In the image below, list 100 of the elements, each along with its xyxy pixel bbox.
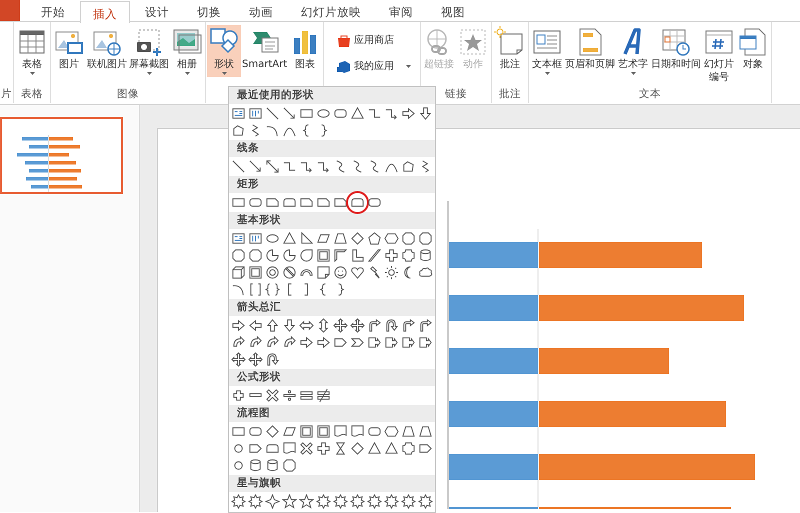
- up-arrow-icon[interactable]: [265, 318, 280, 333]
- four-point-star-icon[interactable]: [265, 494, 280, 509]
- arrow-callout-icon[interactable]: [418, 335, 433, 350]
- ribbon-tab[interactable]: 开始: [28, 0, 78, 21]
- no-symbol-icon[interactable]: [282, 265, 297, 280]
- four-way-arrow-icon[interactable]: [248, 352, 263, 367]
- arrow-line-icon[interactable]: [282, 106, 297, 121]
- starburst-icon[interactable]: [350, 494, 365, 509]
- multiply-icon[interactable]: [265, 388, 280, 403]
- pentagon-icon[interactable]: [367, 231, 382, 246]
- trapezoid-icon[interactable]: [401, 424, 416, 439]
- cross-icon[interactable]: [384, 248, 399, 263]
- four-way-arrow-icon[interactable]: [231, 352, 246, 367]
- left-arrow-icon[interactable]: [248, 318, 263, 333]
- frame-icon[interactable]: [299, 424, 314, 439]
- starburst-icon[interactable]: [333, 494, 348, 509]
- right-triangle-icon[interactable]: [299, 231, 314, 246]
- arrow-callout-icon[interactable]: [367, 335, 382, 350]
- arrow-callout-icon[interactable]: [401, 335, 416, 350]
- frame-icon[interactable]: [248, 265, 263, 280]
- ribbon-tab[interactable]: 插入: [80, 1, 130, 23]
- pie-icon[interactable]: [282, 248, 297, 263]
- l-shape-icon[interactable]: [350, 248, 365, 263]
- triangle-icon[interactable]: [282, 231, 297, 246]
- cross-icon[interactable]: [316, 441, 331, 456]
- four-way-arrow-icon[interactable]: [333, 318, 348, 333]
- starburst-icon[interactable]: [231, 494, 246, 509]
- ribbon-button[interactable]: 日期和时间: [650, 25, 702, 72]
- double-bracket-icon[interactable]: [248, 282, 263, 297]
- ribbon-button[interactable]: 幻灯片编号: [702, 25, 736, 85]
- ribbon-button[interactable]: 联机图片: [86, 25, 128, 72]
- star-icon[interactable]: [299, 494, 314, 509]
- hourglass-icon[interactable]: [333, 441, 348, 456]
- ribbon-tab[interactable]: 审阅: [376, 0, 426, 21]
- ribbon-button[interactable]: 文本框: [530, 25, 564, 77]
- pie-icon[interactable]: [265, 248, 280, 263]
- heart-icon[interactable]: [350, 265, 365, 280]
- triangle-icon[interactable]: [350, 106, 365, 121]
- teardrop-icon[interactable]: [299, 248, 314, 263]
- octagon-icon[interactable]: [248, 248, 263, 263]
- ribbon-button[interactable]: 我的应用: [331, 55, 416, 77]
- trapezoid-icon[interactable]: [418, 424, 433, 439]
- freeform-icon[interactable]: [401, 159, 416, 174]
- vertical-text-box-icon[interactable]: [248, 106, 263, 121]
- not-equal-icon[interactable]: [316, 388, 331, 403]
- hexagon-icon[interactable]: [384, 231, 399, 246]
- starburst-icon[interactable]: [384, 494, 399, 509]
- ribbon-button[interactable]: 图表: [288, 25, 322, 72]
- cylinder-icon[interactable]: [248, 458, 263, 473]
- frame-icon[interactable]: [316, 424, 331, 439]
- down-arrow-icon[interactable]: [282, 318, 297, 333]
- ribbon-button[interactable]: 图片: [52, 25, 86, 72]
- ribbon-button[interactable]: SmartArt: [241, 25, 288, 72]
- ribbon-button[interactable]: 屏幕截图: [128, 25, 170, 77]
- bent-arrow-icon[interactable]: [367, 318, 382, 333]
- triangle-icon[interactable]: [367, 441, 382, 456]
- up-down-arrow-icon[interactable]: [316, 318, 331, 333]
- multiply-icon[interactable]: [299, 441, 314, 456]
- ribbon-tab[interactable]: 视图: [428, 0, 478, 21]
- document-icon[interactable]: [333, 424, 348, 439]
- plaque-icon[interactable]: [401, 441, 416, 456]
- donut-icon[interactable]: [265, 265, 280, 280]
- arrow-line-icon[interactable]: [248, 159, 263, 174]
- down-arrow-icon[interactable]: [418, 106, 433, 121]
- vertical-text-box-icon[interactable]: [248, 231, 263, 246]
- frame-icon[interactable]: [316, 248, 331, 263]
- cylinder-icon[interactable]: [418, 248, 433, 263]
- octagon-icon[interactable]: [282, 458, 297, 473]
- cylinder-icon[interactable]: [265, 458, 280, 473]
- ribbon-button[interactable]: 表格: [15, 25, 49, 77]
- text-box-icon[interactable]: [231, 106, 246, 121]
- ribbon-tab[interactable]: 切换: [184, 0, 234, 21]
- triangle-icon[interactable]: [384, 441, 399, 456]
- double-brace-icon[interactable]: [265, 282, 280, 297]
- document-icon[interactable]: [350, 424, 365, 439]
- line-icon[interactable]: [265, 106, 280, 121]
- ribbon-button[interactable]: 批注: [493, 25, 528, 72]
- lightning-icon[interactable]: [367, 265, 382, 280]
- ribbon-button[interactable]: 相册: [170, 25, 204, 77]
- sun-icon[interactable]: [384, 265, 399, 280]
- diamond-icon[interactable]: [350, 231, 365, 246]
- bent-arrow-icon[interactable]: [418, 318, 433, 333]
- star-icon[interactable]: [282, 494, 297, 509]
- folded-corner-icon[interactable]: [316, 265, 331, 280]
- diamond-icon[interactable]: [265, 424, 280, 439]
- diagonal-stripe-icon[interactable]: [367, 248, 382, 263]
- u-turn-arrow-icon[interactable]: [384, 318, 399, 333]
- line-icon[interactable]: [231, 159, 246, 174]
- ribbon-button[interactable]: 应用商店: [331, 29, 416, 51]
- trapezoid-icon[interactable]: [333, 231, 348, 246]
- bent-arrow-icon[interactable]: [401, 318, 416, 333]
- arc-icon[interactable]: [231, 282, 246, 297]
- ribbon-button[interactable]: 艺术字: [616, 25, 650, 77]
- right-arrow-icon[interactable]: [401, 106, 416, 121]
- u-turn-arrow-icon[interactable]: [265, 352, 280, 367]
- freeform-icon[interactable]: [231, 123, 246, 138]
- plus-icon[interactable]: [231, 388, 246, 403]
- starburst-icon[interactable]: [418, 494, 433, 509]
- double-arrow-icon[interactable]: [265, 159, 280, 174]
- ribbon-tab[interactable]: 动画: [236, 0, 286, 21]
